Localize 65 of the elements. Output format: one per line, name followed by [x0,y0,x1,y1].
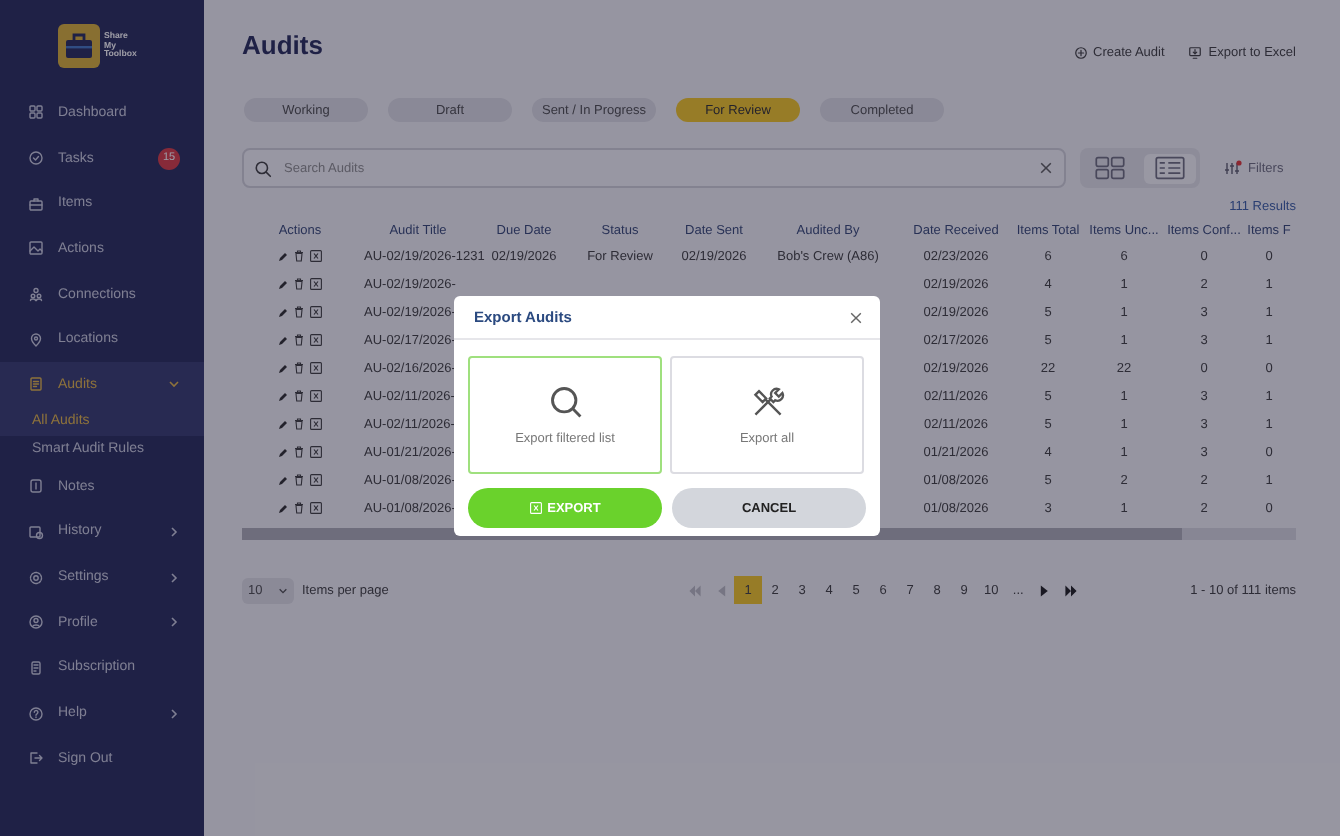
spreadsheet-icon[interactable] [310,362,322,374]
help-icon [28,705,44,722]
spreadsheet-icon[interactable] [310,278,322,290]
pencil-icon[interactable] [278,503,288,513]
chevron-right-icon [168,707,180,720]
spreadsheet-icon[interactable] [310,250,322,262]
spreadsheet-icon [529,502,542,514]
pencil-icon[interactable] [278,391,288,401]
pencil-icon[interactable] [278,279,288,289]
trash-icon[interactable] [294,306,304,318]
pencil-icon[interactable] [278,335,288,345]
document-icon [28,376,44,393]
image-icon [28,240,44,257]
trash-icon[interactable] [294,418,304,430]
pencil-icon[interactable] [278,251,288,261]
pencil-icon[interactable] [278,475,288,485]
trash-icon[interactable] [294,502,304,514]
list-view-icon [1154,156,1186,180]
tools-icon [749,384,785,420]
spreadsheet-icon[interactable] [310,390,322,402]
pencil-icon[interactable] [278,447,288,457]
plus-circle-icon [1073,45,1087,59]
user-circle-icon [28,614,44,631]
people-icon [28,286,44,303]
logout-icon [28,750,44,767]
grid-view-icon [1094,156,1126,180]
briefcase-icon [28,195,44,212]
sliders-icon [1224,160,1242,176]
receipt-icon [28,659,44,676]
chevron-down-icon [168,378,180,391]
chevron-down-icon [278,585,288,595]
pencil-icon[interactable] [278,307,288,317]
spreadsheet-icon[interactable] [310,474,322,486]
trash-icon[interactable] [294,362,304,374]
pencil-icon[interactable] [278,419,288,429]
chevron-right-icon [168,571,180,584]
spreadsheet-icon[interactable] [310,446,322,458]
grid-icon [28,104,44,121]
close-icon[interactable] [850,311,862,323]
double-chevron-right-icon[interactable] [1063,583,1078,597]
toolbox-logo-icon [58,24,100,68]
clear-icon[interactable] [1040,162,1052,174]
pin-icon [28,331,44,348]
spreadsheet-icon[interactable] [310,418,322,430]
spreadsheet-icon[interactable] [310,502,322,514]
trash-icon[interactable] [294,474,304,486]
spreadsheet-icon[interactable] [310,306,322,318]
chevron-right-icon [168,616,180,629]
trash-icon[interactable] [294,250,304,262]
monitor-export-icon [1188,45,1203,59]
page-title: Audits [242,29,325,59]
trash-icon[interactable] [294,390,304,402]
search-icon [254,159,272,177]
clock-document-icon [28,523,44,540]
spreadsheet-icon[interactable] [310,334,322,346]
trash-icon[interactable] [294,278,304,290]
trash-icon[interactable] [294,334,304,346]
check-circle-icon [28,150,44,167]
pencil-icon[interactable] [278,363,288,373]
triangle-right-icon[interactable] [1037,583,1052,597]
view-toggle-button[interactable] [1144,153,1196,183]
note-icon [28,478,44,495]
chevron-right-icon [168,525,180,538]
search-icon [547,384,583,420]
trash-icon[interactable] [294,446,304,458]
